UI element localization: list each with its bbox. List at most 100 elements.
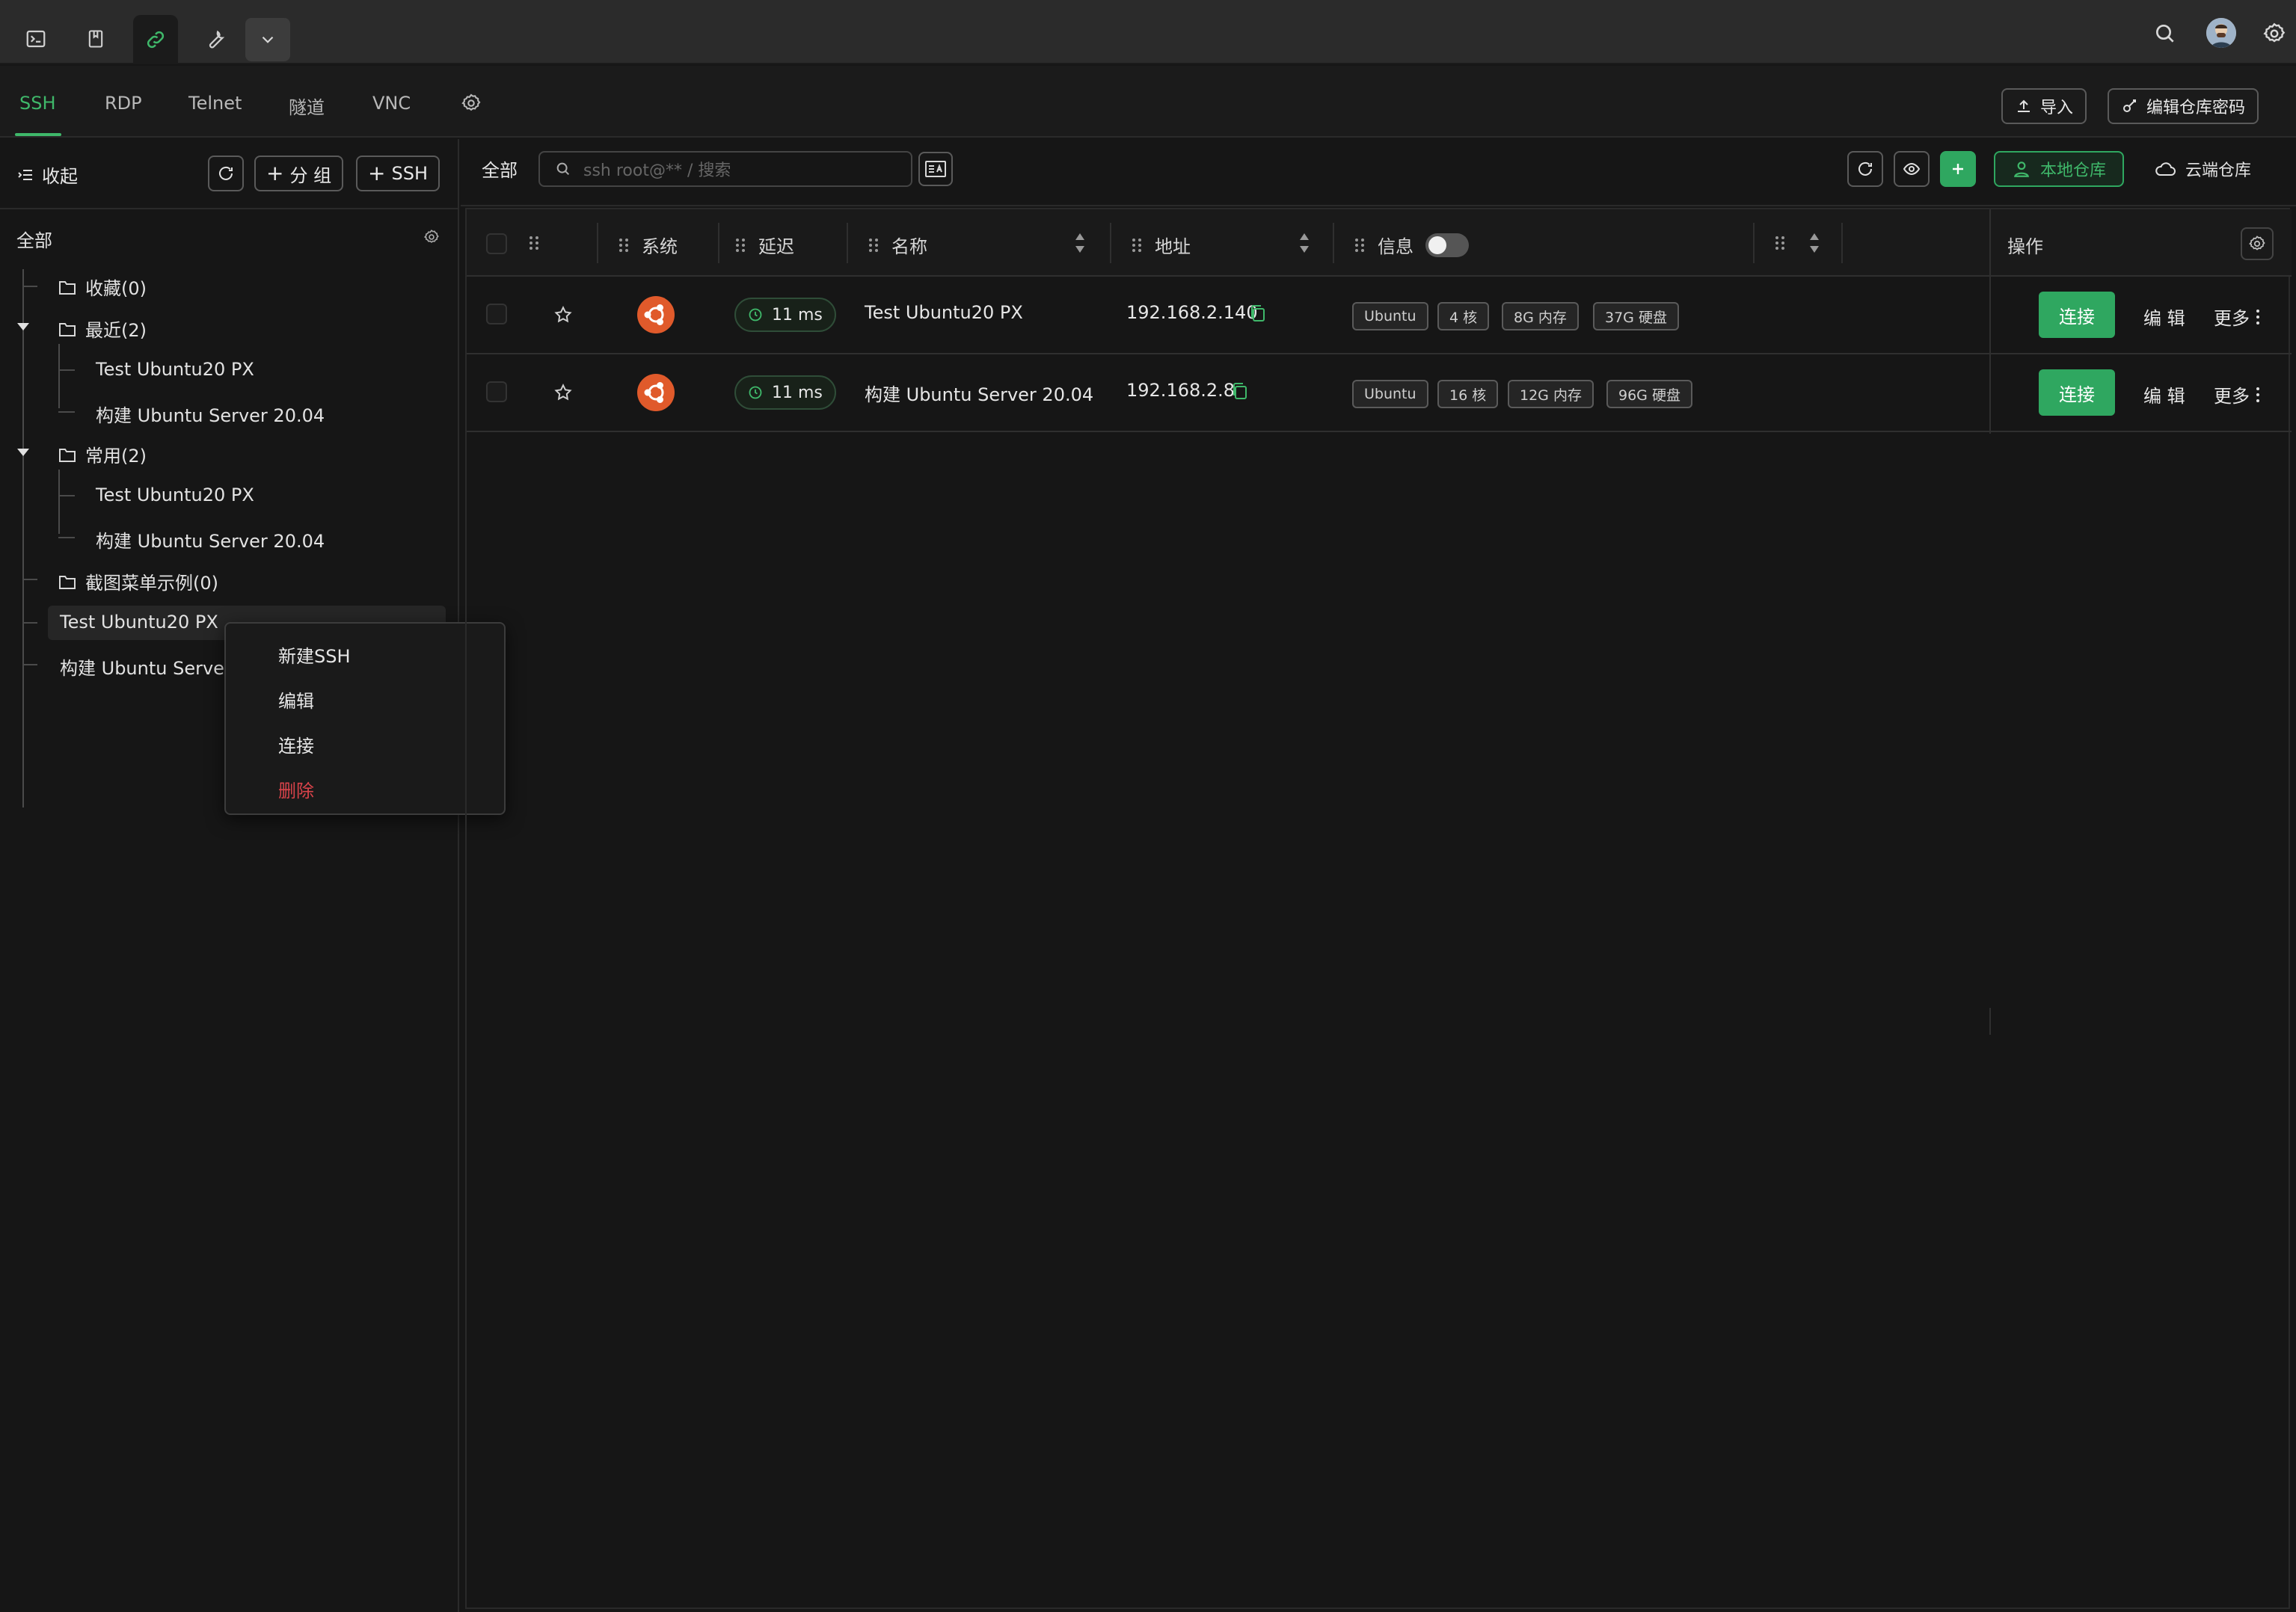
tree-host-item[interactable]: 构建 Ubuntu Server 20.04 — [96, 526, 325, 553]
edit-button[interactable]: 编 辑 — [2143, 381, 2185, 407]
more-button[interactable]: 更多 — [2214, 304, 2260, 330]
local-repo-label: 本地仓库 — [2040, 161, 2107, 180]
col-latency-label: 延迟 — [758, 236, 794, 257]
star-icon[interactable] — [553, 383, 573, 402]
column-settings-icon[interactable] — [2241, 227, 2274, 260]
sort-icon[interactable] — [1298, 232, 1310, 254]
sort-icon[interactable] — [1808, 232, 1820, 254]
tree-group-common[interactable]: 常用(2) — [58, 441, 147, 467]
drag-handle-icon[interactable] — [528, 235, 540, 251]
tree-guide-line — [58, 369, 75, 371]
tree-group-recent[interactable]: 最近(2) — [58, 316, 147, 342]
tree-host-item-selected[interactable]: Test Ubuntu20 PX — [60, 612, 218, 633]
tabs-settings-icon[interactable] — [461, 93, 482, 114]
cloud-repo-button[interactable]: 云端仓库 — [2154, 151, 2251, 187]
refresh-list-button[interactable] — [1847, 151, 1883, 187]
import-button[interactable]: 导入 — [2001, 88, 2087, 124]
wrench-icon[interactable] — [193, 15, 238, 63]
menu-item-new-ssh[interactable]: 新建SSH — [278, 642, 351, 668]
col-address[interactable]: 地址 — [1131, 232, 1191, 258]
avatar[interactable] — [2206, 18, 2236, 48]
info-tag-cpu: 4 核 — [1437, 302, 1490, 330]
col-latency[interactable]: 延迟 — [734, 232, 794, 258]
add-ssh-button[interactable]: + SSH — [356, 156, 440, 191]
ubuntu-logo-icon — [637, 374, 675, 411]
local-repo-button[interactable]: 本地仓库 — [1994, 151, 2125, 187]
search-icon[interactable] — [2148, 16, 2182, 51]
search-input[interactable]: ssh root@** / 搜索 — [538, 151, 912, 187]
more-button[interactable]: 更多 — [2214, 381, 2260, 407]
tree-group-favorites[interactable]: 收藏(0) — [58, 274, 147, 300]
tree-all-label[interactable]: 全部 — [16, 226, 52, 252]
tree-host-item[interactable]: Test Ubuntu20 PX — [96, 484, 254, 505]
card-view-button[interactable] — [918, 152, 953, 186]
tree-settings-icon[interactable] — [423, 229, 440, 245]
table-row[interactable]: 11 ms Test Ubuntu20 PX 192.168.2.140 Ubu… — [467, 277, 2292, 354]
folder-icon — [59, 280, 76, 295]
add-host-button[interactable] — [1940, 151, 1976, 187]
row-checkbox[interactable] — [486, 304, 507, 324]
add-group-button[interactable]: + 分 组 — [254, 156, 344, 191]
gear-icon[interactable] — [2257, 16, 2292, 51]
edit-button[interactable]: 编 辑 — [2143, 304, 2185, 330]
host-table: 系统 延迟 名称 地址 信息 操作 11 ms Test Ubuntu20 PX… — [465, 208, 2292, 1609]
tree-group-screenshot-demo[interactable]: 截图菜单示例(0) — [58, 568, 218, 594]
copy-icon[interactable] — [1249, 304, 1267, 323]
connect-button[interactable]: 连接 — [2039, 292, 2115, 338]
active-tab-indicator — [15, 133, 61, 136]
tree-host-item[interactable]: 构建 Ubuntu Server — [60, 653, 232, 680]
refresh-icon — [219, 166, 233, 180]
menu-item-delete[interactable]: 删除 — [278, 776, 314, 802]
info-tag-disk: 96G 硬盘 — [1606, 380, 1692, 408]
bookmark-icon[interactable] — [73, 15, 118, 63]
menu-item-edit[interactable]: 编辑 — [278, 686, 314, 713]
drag-handle-icon — [1132, 238, 1141, 252]
menu-item-connect[interactable]: 连接 — [278, 731, 314, 757]
plus-icon: + — [266, 161, 284, 185]
toggle-visibility-button[interactable] — [1894, 151, 1930, 187]
tab-ssh[interactable]: SSH — [19, 93, 56, 114]
user-icon — [2014, 161, 2029, 177]
refresh-tree-button[interactable] — [208, 156, 244, 191]
tab-rdp[interactable]: RDP — [105, 93, 142, 114]
chevron-down-icon[interactable] — [245, 18, 290, 61]
tab-tunnel[interactable]: 隧道 — [289, 93, 325, 119]
caret-down-icon[interactable] — [16, 322, 30, 332]
tree-guide-line — [58, 470, 60, 534]
drag-handle-icon — [1355, 238, 1364, 252]
col-name[interactable]: 名称 — [868, 232, 927, 258]
collapse-list-icon — [18, 169, 32, 180]
tab-telnet[interactable]: Telnet — [188, 93, 242, 114]
caret-down-icon[interactable] — [16, 447, 30, 458]
row-checkbox[interactable] — [486, 381, 507, 402]
latency-badge: 11 ms — [734, 375, 836, 410]
connect-button[interactable]: 连接 — [2039, 369, 2115, 416]
col-ops-label: 操作 — [2007, 236, 2043, 257]
latency-badge: 11 ms — [734, 298, 836, 332]
link-icon[interactable] — [133, 15, 178, 64]
col-info[interactable]: 信息 — [1354, 232, 1469, 258]
terminal-icon[interactable] — [13, 15, 58, 63]
info-toggle[interactable] — [1425, 233, 1469, 257]
tree-host-item[interactable]: Test Ubuntu20 PX — [96, 359, 254, 380]
ubuntu-logo-icon — [637, 296, 675, 333]
tab-vnc[interactable]: VNC — [372, 93, 411, 114]
col-info-label: 信息 — [1378, 236, 1413, 257]
sort-icon[interactable] — [1074, 232, 1086, 254]
copy-icon[interactable] — [1231, 381, 1249, 401]
edit-repo-password-button[interactable]: 编辑仓库密码 — [2108, 88, 2259, 124]
column-resize-handle[interactable] — [1989, 1008, 1991, 1035]
current-group-label: 全部 — [482, 160, 518, 181]
tree-guide-line — [58, 495, 75, 496]
drag-handle-icon[interactable] — [1774, 235, 1786, 251]
select-all-checkbox[interactable] — [486, 233, 507, 254]
tree-guide-line — [22, 579, 37, 580]
drag-handle-icon — [869, 238, 878, 252]
tree-host-item[interactable]: 构建 Ubuntu Server 20.04 — [96, 401, 325, 427]
col-system[interactable]: 系统 — [618, 232, 678, 258]
clock-icon — [749, 386, 762, 399]
more-label: 更多 — [2214, 386, 2250, 407]
collapse-button[interactable]: 收起 — [16, 161, 78, 188]
star-icon[interactable] — [553, 305, 573, 324]
table-row[interactable]: 11 ms 构建 Ubuntu Server 20.04 192.168.2.8… — [467, 354, 2292, 432]
